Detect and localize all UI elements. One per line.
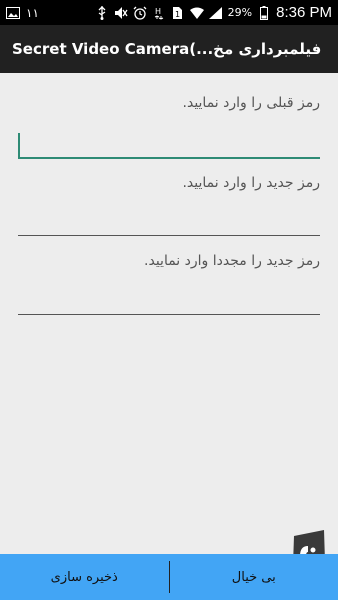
old-password-label: رمز قبلی را وارد نمایید.	[182, 95, 320, 111]
svg-text:1: 1	[175, 10, 180, 19]
battery-percent: 29%	[227, 6, 253, 19]
mute-icon	[114, 6, 128, 20]
notification-count: ١١	[26, 5, 39, 20]
status-bar: ١١ H 1 29% 8:36 PM	[0, 0, 338, 25]
save-button[interactable]: ذخیره سازی	[0, 554, 169, 600]
confirm-password-field[interactable]	[18, 285, 320, 315]
usb-icon	[95, 5, 109, 20]
new-password-field[interactable]	[18, 206, 320, 236]
signal-icon	[209, 6, 223, 20]
clock: 8:36 PM	[276, 4, 332, 21]
svg-text:H: H	[155, 7, 161, 16]
old-password-field[interactable]	[18, 129, 320, 159]
bottom-action-bar: ذخیره سازی بی خیال	[0, 554, 338, 600]
app-title: Secret Video Camera(...فیلمبرداری مخ	[12, 40, 322, 58]
image-icon	[6, 6, 20, 20]
text-cursor	[18, 133, 20, 157]
app-bar: Secret Video Camera(...فیلمبرداری مخ	[0, 25, 338, 73]
alarm-icon	[133, 6, 147, 20]
confirm-password-label: رمز جدید را مجددا وارد نمایید.	[144, 253, 320, 269]
hd-icon: H	[152, 6, 166, 20]
change-password-form: رمز قبلی را وارد نمایید. رمز جدید را وار…	[0, 73, 338, 555]
sim-icon: 1	[171, 6, 185, 20]
wifi-icon	[189, 6, 204, 20]
new-password-label: رمز جدید را وارد نمایید.	[182, 175, 320, 191]
battery-icon	[257, 5, 271, 20]
cancel-button[interactable]: بی خیال	[170, 554, 338, 600]
